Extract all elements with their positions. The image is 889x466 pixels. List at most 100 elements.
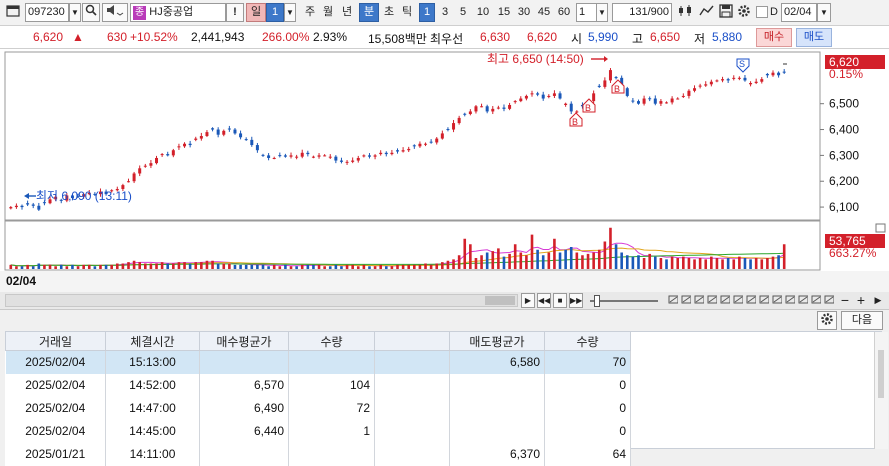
- export-icon[interactable]: [823, 293, 835, 307]
- period-day-button[interactable]: 일: [246, 3, 266, 22]
- period-num-dropdown[interactable]: ▼: [284, 3, 296, 22]
- minute-15-button[interactable]: 15: [494, 3, 514, 22]
- chart-canvas[interactable]: 6,5006,4006,3006,2006,100 13:3014:0014:3…: [0, 49, 889, 292]
- stock-name-field[interactable]: 종 HJ중공업: [130, 3, 226, 22]
- cell-buy-qty: 1: [288, 419, 375, 443]
- speaker-icon[interactable]: [102, 3, 128, 22]
- table-row[interactable]: 2025/02/04 15:13:00 6,580 70: [5, 350, 631, 374]
- period-num-input[interactable]: 1: [266, 3, 284, 22]
- col-buy-qty[interactable]: 수량: [288, 331, 375, 351]
- zoom-in-button[interactable]: +: [854, 291, 868, 310]
- period-minute-button[interactable]: 분: [359, 3, 379, 22]
- candle-body: [429, 141, 433, 143]
- candle-body: [715, 80, 719, 82]
- minute-1-button[interactable]: 1: [419, 3, 435, 22]
- volume-bar: [37, 263, 41, 269]
- table-row[interactable]: 2025/02/04 14:47:00 6,490 72 0: [5, 396, 631, 420]
- col-sell-qty[interactable]: 수량: [544, 331, 631, 351]
- volume-pct-text: 663.27%: [829, 246, 877, 260]
- period-tick-button[interactable]: 틱: [398, 3, 416, 22]
- candle-body: [306, 152, 310, 155]
- candle-body: [334, 156, 338, 161]
- alert-button[interactable]: !: [226, 3, 244, 22]
- period-month-button[interactable]: 월: [319, 3, 337, 22]
- table-row[interactable]: 2025/02/04 14:45:00 6,440 1 0: [5, 419, 631, 443]
- window-icon[interactable]: [3, 3, 23, 22]
- chart-nav-bar: ▶ ◀◀ ■ ▶▶ − + ▶: [0, 292, 889, 310]
- buy-button[interactable]: 매수: [756, 28, 792, 47]
- rewind-icon[interactable]: ◀◀: [537, 293, 551, 308]
- candle-body: [552, 93, 556, 96]
- volume-bar: [272, 264, 276, 269]
- volume-bar: [642, 258, 646, 269]
- split-icon[interactable]: [680, 293, 692, 307]
- col-trade-date[interactable]: 거래일: [5, 331, 106, 351]
- chart-settings-icon[interactable]: [676, 3, 696, 22]
- zoom-slider-handle[interactable]: [594, 295, 600, 307]
- y-tick-label: 6,400: [829, 123, 859, 137]
- table-row[interactable]: 2025/01/21 14:11:00 6,370 64: [5, 442, 631, 466]
- zoom-out-button[interactable]: −: [838, 291, 852, 310]
- chart-scrollbar[interactable]: [5, 294, 518, 307]
- period-week-button[interactable]: 주: [301, 3, 319, 22]
- interval-dropdown[interactable]: ▼: [596, 3, 608, 22]
- volume-bar: [536, 249, 539, 269]
- period-year-button[interactable]: 년: [337, 3, 357, 22]
- candle-body: [491, 108, 495, 112]
- table-row[interactable]: 2025/02/04 14:52:00 6,570 104 0: [5, 373, 631, 397]
- minute-10-button[interactable]: 10: [473, 3, 493, 22]
- date-input[interactable]: 02/04: [781, 3, 817, 22]
- minute-5-button[interactable]: 5: [455, 3, 471, 22]
- minute-60-button[interactable]: 60: [554, 3, 574, 22]
- col-exec-time[interactable]: 체결시간: [105, 331, 200, 351]
- sell-button[interactable]: 매도: [796, 28, 832, 47]
- erase-icon[interactable]: [784, 293, 796, 307]
- copy-icon[interactable]: [797, 293, 809, 307]
- candle-body: [452, 123, 456, 130]
- stock-code-input[interactable]: 097230: [25, 3, 69, 22]
- trend-icon[interactable]: [719, 293, 731, 307]
- compare-icon[interactable]: [693, 293, 705, 307]
- scroll-thumb[interactable]: [485, 296, 515, 305]
- text-icon[interactable]: [758, 293, 770, 307]
- calendar-icon[interactable]: ▼: [817, 3, 831, 22]
- grid-settings-icon[interactable]: [817, 311, 837, 330]
- pattern-icon[interactable]: [732, 293, 744, 307]
- volume-panel-close-icon[interactable]: [875, 223, 886, 233]
- gear-icon[interactable]: [735, 3, 753, 22]
- volume-bar: [653, 256, 657, 269]
- table-scrollbar[interactable]: [874, 332, 888, 449]
- forward-icon[interactable]: ▶▶: [569, 293, 583, 308]
- draw-tool-icon[interactable]: [697, 3, 717, 22]
- volume-bar: [480, 255, 483, 269]
- candle-count-input[interactable]: 131/900: [612, 3, 672, 22]
- fib-icon[interactable]: [745, 293, 757, 307]
- volume-bar: [519, 252, 523, 269]
- col-buy-avg[interactable]: 매수평균가: [199, 331, 289, 351]
- minute-45-button[interactable]: 45: [534, 3, 554, 22]
- candle-body: [463, 113, 467, 115]
- volume-bar: [48, 264, 52, 269]
- price-chart[interactable]: 6,5006,4006,3006,2006,100 13:3014:0014:3…: [0, 49, 889, 292]
- col-sell-avg[interactable]: 매도평균가: [449, 331, 545, 351]
- code-dropdown[interactable]: ▼: [69, 3, 81, 22]
- zoom-slider[interactable]: [590, 295, 658, 307]
- shape-icon[interactable]: [771, 293, 783, 307]
- minute-3-button[interactable]: 3: [437, 3, 453, 22]
- stop-icon[interactable]: ■: [553, 293, 567, 308]
- search-icon[interactable]: [82, 3, 100, 22]
- nav-right-icon[interactable]: ▶: [871, 291, 885, 310]
- volume-bar: [138, 262, 142, 269]
- period-second-button[interactable]: 초: [380, 3, 398, 22]
- print-icon[interactable]: [810, 293, 822, 307]
- indicator-icon[interactable]: [706, 293, 718, 307]
- minute-30-button[interactable]: 30: [514, 3, 534, 22]
- next-button[interactable]: 다음: [841, 311, 883, 330]
- save-icon[interactable]: [717, 3, 735, 22]
- cell-sell-avg: [449, 419, 545, 443]
- scroll-right-icon[interactable]: ▶: [521, 293, 535, 308]
- date-checkbox[interactable]: [756, 6, 768, 18]
- table-scroll-thumb[interactable]: [878, 350, 884, 398]
- layout-icon[interactable]: [667, 293, 679, 307]
- volume-bar: [239, 264, 242, 269]
